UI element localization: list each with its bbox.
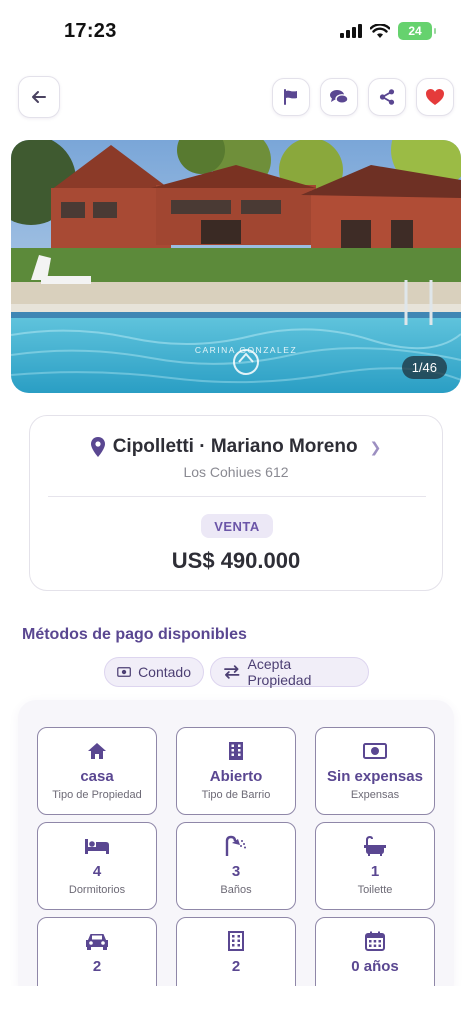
feature-toilette: 1 Toilette — [315, 822, 435, 910]
status-icons: 24 — [340, 22, 436, 40]
flag-icon — [284, 89, 297, 105]
feature-value: 0 años — [351, 958, 399, 975]
status-bar: 17:23 24 — [0, 0, 472, 64]
cash-icon — [363, 743, 387, 759]
feature-expenses: Sin expensas Expensas — [315, 727, 435, 815]
property-photo[interactable]: CARINA GONZALEZ 1/46 — [11, 140, 461, 393]
feature-property-type: casa Tipo de Propiedad — [37, 727, 157, 815]
chat-button[interactable] — [320, 78, 358, 116]
house-icon — [88, 743, 106, 759]
map-pin-icon — [90, 437, 105, 457]
calendar-icon — [365, 931, 385, 951]
share-icon — [379, 89, 395, 105]
chat-icon — [330, 90, 349, 104]
report-button[interactable] — [272, 78, 310, 116]
heart-icon — [426, 89, 444, 105]
feature-value: 3 — [231, 863, 241, 880]
share-button[interactable] — [368, 78, 406, 116]
property-photo-image — [11, 140, 461, 393]
favorite-button[interactable] — [416, 78, 454, 116]
feature-value: 2 — [231, 958, 241, 975]
feature-value: casa — [80, 768, 114, 785]
battery-icon: 24 — [398, 22, 436, 40]
feature-value: Sin expensas — [327, 768, 423, 785]
location-title: Cipolletti · Mariano Moreno — [112, 436, 358, 457]
building-icon — [229, 742, 243, 760]
bathtub-icon — [364, 836, 386, 856]
operation-badge: VENTA — [201, 514, 273, 538]
location-link[interactable]: Cipolletti · Mariano Moreno ❯ — [30, 436, 442, 458]
feature-value: Abierto — [209, 768, 263, 785]
location-card: Cipolletti · Mariano Moreno ❯ Los Cohiue… — [29, 415, 443, 591]
status-time: 17:23 — [64, 20, 117, 42]
feature-label: Tipo de Barrio — [201, 789, 271, 801]
shower-icon — [225, 835, 246, 856]
arrow-left-icon — [32, 91, 46, 103]
payment-label: Contado — [138, 664, 191, 680]
feature-label: Baños — [220, 884, 252, 896]
photo-counter: 1/46 — [401, 356, 447, 379]
cash-icon — [117, 667, 131, 677]
battery-level: 24 — [408, 24, 422, 38]
feature-label: Dormitorios — [68, 884, 126, 896]
photo-watermark: CARINA GONZALEZ — [194, 345, 298, 355]
chevron-right-icon: ❯ — [369, 438, 382, 455]
payment-label: Acepta Propiedad — [247, 656, 312, 688]
bottom-edge — [0, 986, 472, 1024]
feature-bedrooms: 4 Dormitorios — [37, 822, 157, 910]
feature-value: 1 — [370, 863, 380, 880]
divider — [48, 496, 426, 497]
swap-icon — [224, 665, 240, 679]
back-button[interactable] — [18, 76, 60, 118]
bed-icon — [85, 839, 109, 854]
building-icon — [228, 931, 244, 951]
feature-label: Tipo de Propiedad — [52, 789, 142, 801]
wifi-icon — [370, 23, 390, 38]
location-address: Los Cohiues 612 — [183, 464, 289, 480]
signal-icon — [340, 24, 362, 38]
price: US$ 490.000 — [171, 548, 301, 573]
payment-chip-acepta: Acepta Propiedad — [210, 656, 369, 688]
payment-title: Métodos de pago disponibles — [22, 626, 247, 643]
feature-value: 2 — [92, 958, 102, 975]
feature-label: Toilette — [357, 884, 393, 896]
feature-neighborhood-type: Abierto Tipo de Barrio — [176, 727, 296, 815]
feature-bathrooms: 3 Baños — [176, 822, 296, 910]
car-icon — [86, 934, 108, 950]
feature-label: Expensas — [350, 789, 400, 801]
payment-chip-contado: Contado — [104, 657, 204, 687]
features-panel: casa Tipo de Propiedad Abierto Tipo de B… — [18, 700, 454, 1005]
feature-value: 4 — [92, 863, 102, 880]
